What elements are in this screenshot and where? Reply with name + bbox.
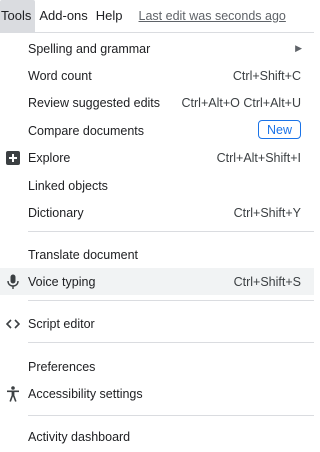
menu-item-shortcut: Ctrl+Alt+O Ctrl+Alt+U	[181, 95, 301, 110]
menu-item-preferences[interactable]: Preferences	[0, 353, 314, 380]
menu-bar: Tools Add-ons Help Last edit was seconds…	[0, 0, 314, 32]
tools-menu[interactable]: Tools	[0, 0, 36, 32]
menu-item-script-editor[interactable]: Script editor	[0, 310, 314, 337]
menu-item-label: Review suggested edits	[28, 95, 161, 110]
last-edit-link[interactable]: Last edit was seconds ago	[139, 9, 286, 23]
submenu-arrow-icon: ▶	[295, 43, 302, 53]
addons-menu[interactable]: Add-ons	[35, 0, 91, 32]
tools-dropdown-menu: Spelling and grammar ▶ Word count Ctrl+S…	[0, 32, 314, 452]
menu-item-label: Linked objects	[28, 178, 108, 193]
menu-item-review-suggested-edits[interactable]: Review suggested edits Ctrl+Alt+O Ctrl+A…	[0, 89, 314, 116]
menu-item-label: Preferences	[28, 359, 96, 374]
menu-item-label: Word count	[28, 68, 92, 83]
menu-item-voice-typing[interactable]: Voice typing Ctrl+Shift+S	[0, 268, 314, 295]
menu-item-label: Translate document	[28, 247, 139, 262]
code-brackets-icon	[5, 316, 21, 332]
menu-item-spelling-grammar[interactable]: Spelling and grammar ▶	[0, 35, 314, 62]
new-badge: New	[257, 120, 301, 139]
menu-item-label: Accessibility settings	[28, 386, 143, 401]
menu-item-label: Script editor	[28, 316, 95, 331]
explore-plus-icon	[5, 150, 21, 166]
menu-item-dictionary[interactable]: Dictionary Ctrl+Shift+Y	[0, 199, 314, 226]
microphone-icon	[5, 274, 21, 290]
menu-item-label: Voice typing	[28, 274, 96, 289]
menu-item-word-count[interactable]: Word count Ctrl+Shift+C	[0, 62, 314, 89]
menu-item-shortcut: Ctrl+Alt+Shift+I	[216, 150, 301, 165]
menu-item-label: Dictionary	[28, 205, 84, 220]
menu-separator	[28, 415, 314, 416]
menu-separator	[28, 231, 314, 232]
menu-item-label: Spelling and grammar	[28, 41, 151, 56]
menu-item-label: Explore	[28, 150, 71, 165]
menu-item-shortcut: Ctrl+Shift+C	[232, 68, 301, 83]
menu-item-translate-document[interactable]: Translate document	[0, 241, 314, 268]
help-menu[interactable]: Help	[92, 0, 127, 32]
menu-item-linked-objects[interactable]: Linked objects	[0, 172, 314, 199]
accessibility-person-icon	[5, 385, 21, 402]
menu-item-label: Activity dashboard	[28, 429, 131, 444]
menu-separator	[28, 300, 314, 301]
menu-item-explore[interactable]: Explore Ctrl+Alt+Shift+I	[0, 144, 314, 171]
menu-item-accessibility-settings[interactable]: Accessibility settings	[0, 380, 314, 407]
menu-item-shortcut: Ctrl+Shift+S	[233, 274, 301, 289]
menu-item-label: Compare documents	[28, 123, 145, 138]
menu-separator	[28, 342, 314, 343]
menu-item-shortcut: Ctrl+Shift+Y	[233, 205, 301, 220]
menu-item-compare-documents[interactable]: Compare documents New	[0, 117, 314, 144]
menu-item-activity-dashboard[interactable]: Activity dashboard	[0, 423, 314, 450]
